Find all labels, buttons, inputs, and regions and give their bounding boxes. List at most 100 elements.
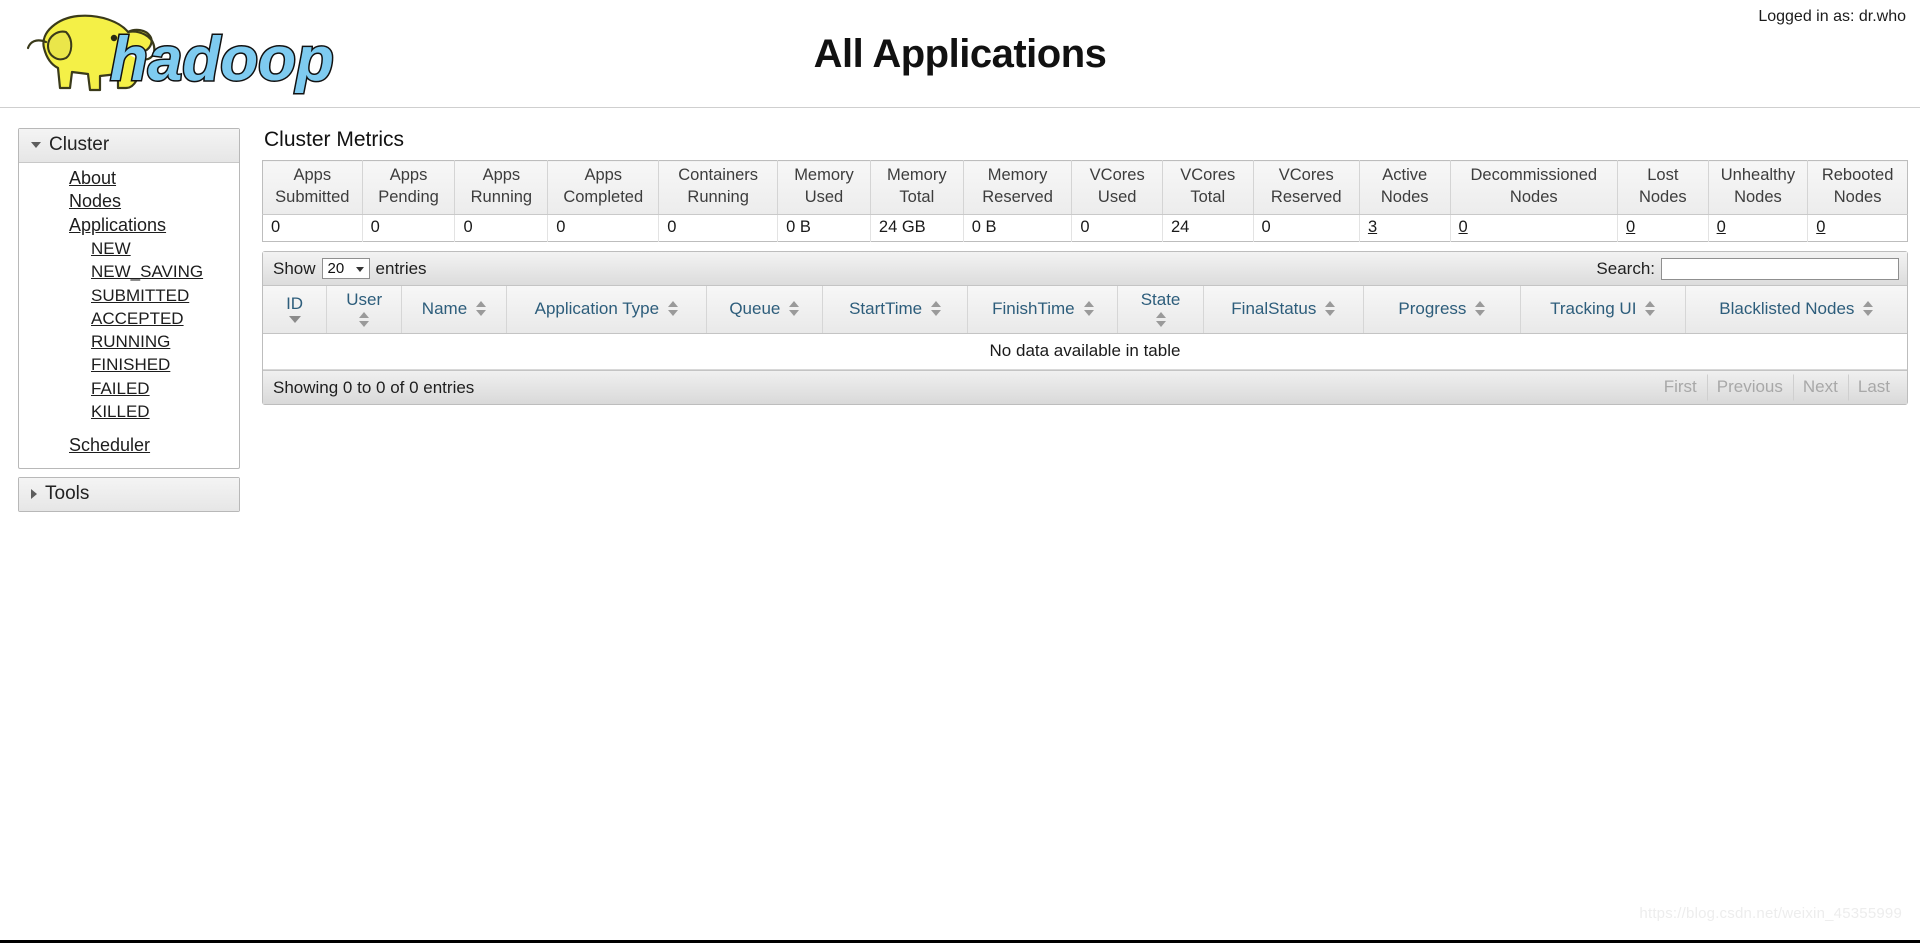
metric-value: 0 B [963, 214, 1073, 242]
sidebar-item-about[interactable]: About [69, 167, 116, 190]
metric-header: Containers Running [658, 160, 779, 215]
column-header-finishtime[interactable]: FinishTime [967, 286, 1119, 334]
pagination-next-button: Next [1792, 374, 1848, 401]
metric-value: 24 [1162, 214, 1254, 242]
metric-value-link[interactable]: 0 [1626, 218, 1635, 236]
metric-header-line2: Pending [378, 188, 439, 206]
metric-header-line2: Submitted [275, 188, 350, 206]
pagination-first-button: First [1663, 377, 1697, 396]
sidebar-cluster-header[interactable]: Cluster [19, 129, 239, 163]
metric-header-line2: Total [899, 188, 935, 206]
column-header-blacklisted-nodes[interactable]: Blacklisted Nodes [1685, 286, 1907, 334]
cluster-metrics-table: Apps Submitted Apps Pending Apps Running Apps C… [262, 160, 1908, 242]
sidebar-item-nodes[interactable]: Nodes [69, 190, 121, 213]
metric-value[interactable]: 0 [1617, 214, 1709, 242]
column-header-progress[interactable]: Progress [1363, 286, 1521, 334]
sidebar-item-applications[interactable]: Applications [69, 214, 166, 237]
applications-header-row: ID User Name Application Type Queue StartTime… [263, 286, 1907, 334]
metric-value-link[interactable]: 0 [1459, 218, 1468, 236]
datatable-info: Showing 0 to 0 of 0 entries [273, 377, 475, 397]
metric-header: Memory Reserved [963, 160, 1073, 215]
datatable-toolbar: Show 20 entries Search: [263, 252, 1907, 286]
column-header-queue[interactable]: Queue [706, 286, 823, 334]
metric-value-link[interactable]: 3 [1368, 218, 1377, 236]
metric-value: 0 [262, 214, 363, 242]
chevron-down-icon [31, 142, 41, 148]
sidebar-tools-header[interactable]: Tools [19, 477, 239, 511]
entries-label: entries [375, 258, 427, 278]
metric-value[interactable]: 3 [1359, 214, 1451, 242]
column-header-inner: Queue [715, 299, 814, 319]
metric-value[interactable]: 0 [1450, 214, 1619, 242]
page-length-value: 20 [327, 260, 345, 277]
metric-header: VCores Reserved [1253, 160, 1360, 215]
datatable-search-control: Search: [1596, 257, 1899, 280]
metric-header-line1: Active [1382, 166, 1428, 185]
column-header-label: Blacklisted Nodes [1719, 298, 1855, 318]
sort-toggle-icon [1863, 301, 1874, 316]
metric-header-line1: Memory [887, 166, 947, 185]
metric-header-line2: Nodes [1509, 188, 1558, 206]
metric-header-line1: Containers [678, 166, 759, 185]
show-label: Show [273, 258, 316, 278]
applications-table: ID User Name Application Type Queue StartTime… [263, 286, 1907, 370]
column-header-tracking-ui[interactable]: Tracking UI [1520, 286, 1686, 334]
pagination-previous-button: Previous [1706, 374, 1793, 401]
applications-empty-row: No data available in table [263, 333, 1907, 370]
metric-header: Apps Submitted [262, 160, 363, 215]
sort-toggle-icon [789, 301, 800, 316]
search-label: Search: [1596, 258, 1655, 278]
column-header-starttime[interactable]: StartTime [822, 286, 969, 334]
metric-value[interactable]: 0 [1708, 214, 1809, 242]
metric-header: Decommissioned Nodes [1450, 160, 1619, 215]
column-header-inner: Application Type [515, 299, 698, 319]
sort-toggle-icon [1083, 301, 1094, 316]
sidebar: Cluster About Nodes Applications NEW NEW… [18, 128, 240, 520]
metric-header-line1: Apps [584, 166, 623, 185]
cluster-metrics-title: Cluster Metrics [264, 128, 405, 151]
sort-toggle-icon [359, 312, 370, 327]
sidebar-item-new-saving[interactable]: NEW_SAVING [91, 260, 203, 283]
sort-toggle-icon [1475, 301, 1486, 316]
column-header-label: Application Type [534, 298, 660, 318]
metric-value-link[interactable]: 0 [1816, 218, 1825, 236]
sort-toggle-icon [1155, 312, 1166, 327]
column-header-id[interactable]: ID [263, 286, 328, 334]
logged-in-label: Logged in as: dr.who [1758, 8, 1906, 25]
metric-header-line2: Used [1097, 188, 1137, 206]
column-header-label: FinalStatus [1231, 298, 1317, 318]
datatable-pagination: First Previous Next Last [1654, 374, 1900, 401]
sort-toggle-icon [1325, 301, 1336, 316]
page-length-select[interactable]: 20 [321, 258, 370, 279]
column-header-label: Progress [1398, 298, 1467, 318]
sidebar-item-submitted[interactable]: SUBMITTED [91, 284, 189, 307]
sidebar-item-accepted[interactable]: ACCEPTED [91, 307, 184, 330]
column-header-user[interactable]: User [326, 286, 403, 334]
column-header-application-type[interactable]: Application Type [506, 286, 707, 334]
metric-value-link[interactable]: 0 [1717, 218, 1726, 236]
metric-header: Memory Used [777, 160, 871, 215]
sidebar-item-running[interactable]: RUNNING [91, 330, 170, 353]
sidebar-item-scheduler[interactable]: Scheduler [69, 434, 150, 457]
column-header-name[interactable]: Name [401, 286, 507, 334]
column-header-label: Queue [729, 298, 781, 318]
sidebar-item-new[interactable]: NEW [91, 237, 131, 260]
metric-value: 0 [1253, 214, 1360, 242]
sidebar-item-finished[interactable]: FINISHED [91, 353, 170, 376]
metric-header-line1: Decommissioned [1470, 166, 1598, 185]
metric-header-line2: Total [1190, 188, 1226, 206]
page-header: hadoop All Applications Logged in as: dr… [0, 0, 1920, 108]
search-input[interactable] [1661, 257, 1899, 280]
column-header-finalstatus[interactable]: FinalStatus [1203, 286, 1364, 334]
sort-toggle-icon [931, 301, 942, 316]
metric-header-line2: Nodes [1833, 188, 1882, 206]
column-header-inner: FinishTime [976, 299, 1109, 319]
sidebar-item-failed[interactable]: FAILED [91, 377, 150, 400]
sidebar-item-killed[interactable]: KILLED [91, 400, 150, 423]
metric-header-line1: Memory [987, 166, 1048, 185]
metric-value[interactable]: 0 [1807, 214, 1908, 242]
metric-header: Unhealthy Nodes [1708, 160, 1809, 215]
metric-header-line1: VCores [1180, 166, 1236, 185]
metric-header-line2: Reserved [982, 188, 1053, 206]
column-header-state[interactable]: State [1117, 286, 1204, 334]
